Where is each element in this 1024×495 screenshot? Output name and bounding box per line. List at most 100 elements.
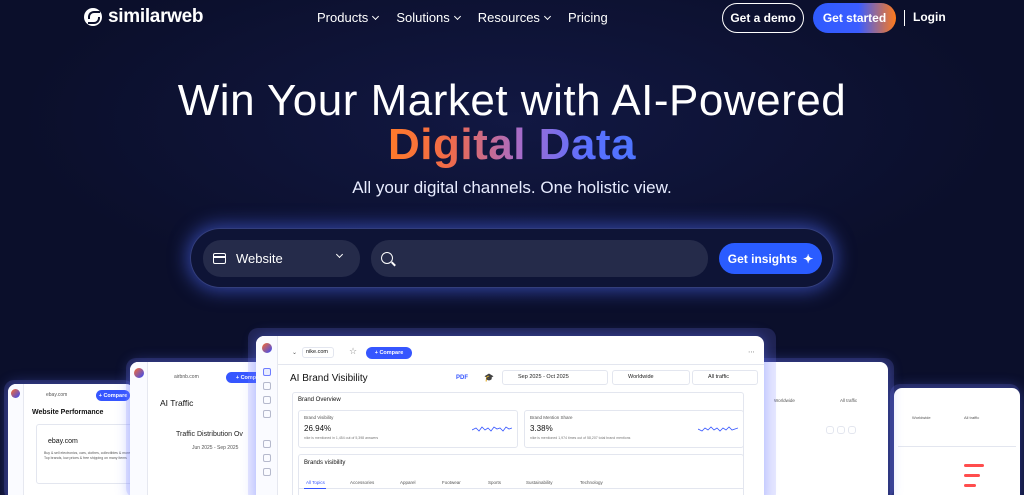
search-input[interactable] bbox=[371, 240, 708, 277]
compare-button[interactable]: + Compare bbox=[366, 347, 412, 359]
tab-sustainability[interactable]: Sustainability bbox=[526, 480, 553, 485]
header-divider bbox=[278, 364, 764, 365]
browser-window-icon bbox=[213, 253, 226, 264]
metric-note: nike is mentioned 1,974 times out of 58,… bbox=[530, 436, 631, 440]
menu-item-resources[interactable]: Resources bbox=[477, 10, 551, 25]
site-description: Buy & sell electronics, cars, clothes, c… bbox=[44, 451, 131, 455]
brand-name: similarweb bbox=[108, 6, 204, 27]
nav-rail-icon[interactable] bbox=[263, 368, 271, 376]
nav-rail-icon[interactable] bbox=[263, 410, 271, 418]
academy-icon[interactable]: 🎓 bbox=[484, 373, 494, 382]
similarweb-mini-logo-icon bbox=[262, 343, 272, 353]
menu-item-pricing[interactable]: Pricing bbox=[568, 10, 608, 25]
domain-label: airbnb.com bbox=[174, 374, 199, 380]
traffic-value: All traffic bbox=[708, 374, 729, 380]
divider bbox=[898, 446, 1016, 447]
metric-label: Brand Mention Share bbox=[530, 415, 573, 420]
metric-value: 3.38% bbox=[530, 424, 553, 433]
chart-title: Traffic Distribution Ov bbox=[176, 431, 243, 438]
preview-card-ai-brand-visibility: ⌄ nike.com ☆ + Compare ⋯ AI Brand Visibi… bbox=[256, 336, 764, 495]
hero-title-gradient-text: Digital Data bbox=[387, 120, 637, 169]
get-insights-label: Get insights bbox=[727, 251, 798, 266]
traffic-select[interactable]: All traffic bbox=[964, 415, 979, 420]
chevron-down-icon bbox=[543, 12, 551, 20]
brands-visibility-title: Brands visibility bbox=[304, 460, 346, 466]
search-icon bbox=[381, 252, 393, 264]
nav-divider bbox=[904, 10, 905, 26]
tab-accessories[interactable]: Accessories bbox=[350, 480, 374, 485]
menu-item-solutions[interactable]: Solutions bbox=[396, 10, 461, 25]
region-select[interactable]: Worldwide bbox=[912, 415, 931, 420]
similarweb-logo-icon bbox=[84, 8, 102, 26]
card-sidebar bbox=[130, 362, 148, 495]
toggle-icon[interactable] bbox=[826, 426, 834, 434]
compare-button[interactable]: + Compare bbox=[96, 390, 130, 401]
nav-rail-icon[interactable] bbox=[263, 468, 271, 476]
nav-rail-icon[interactable] bbox=[263, 396, 271, 404]
tab-all-topics[interactable]: All Topics bbox=[306, 480, 325, 485]
card-sidebar bbox=[8, 384, 24, 495]
metric-value: 26.94% bbox=[304, 424, 332, 433]
brand-logo[interactable]: similarweb bbox=[84, 6, 204, 28]
menu-item-label: Pricing bbox=[567, 10, 608, 25]
date-range: Jun 2025 - Sep 2025 bbox=[192, 445, 239, 451]
login-link[interactable]: Login bbox=[913, 10, 946, 24]
menu-item-label: Resources bbox=[477, 10, 540, 25]
metric-note: nike is mentioned in 1,454 out of 5,398 … bbox=[304, 436, 379, 440]
nav-rail-icon[interactable] bbox=[263, 454, 271, 462]
get-demo-button[interactable]: Get a demo bbox=[722, 3, 804, 33]
toggle-icon[interactable] bbox=[848, 426, 856, 434]
tab-apparel[interactable]: Apparel bbox=[400, 480, 416, 485]
search-bar: Website Get insights ✦ bbox=[190, 228, 834, 288]
get-started-button[interactable]: Get started bbox=[813, 3, 896, 33]
tabs-divider bbox=[298, 488, 744, 489]
tab-footwear[interactable]: Footwear bbox=[442, 480, 461, 485]
chevron-down-icon bbox=[453, 12, 461, 20]
sparkline bbox=[698, 426, 738, 432]
nav-rail-icon[interactable] bbox=[263, 382, 271, 390]
card-title: AI Traffic bbox=[160, 398, 194, 408]
menu-item-label: Solutions bbox=[396, 10, 450, 25]
tab-sports[interactable]: Sports bbox=[488, 480, 501, 485]
metric-label: Brand Visibility bbox=[304, 415, 334, 420]
hero-subtitle: All your digital channels. One holistic … bbox=[352, 178, 672, 197]
region-value: Worldwide bbox=[628, 374, 654, 380]
card-title: Website Performance bbox=[32, 409, 104, 416]
site-description: Top brands, low prices & free shipping o… bbox=[44, 456, 127, 460]
channel-type-value: Website bbox=[236, 251, 283, 266]
product-preview-screens: ebay.com + Compare Website Performance e… bbox=[0, 320, 1024, 495]
similarweb-mini-logo-icon bbox=[11, 389, 20, 398]
site-name: ebay.com bbox=[48, 438, 78, 445]
hero-title-highlight: Digital Data bbox=[0, 120, 1024, 170]
star-icon[interactable]: ☆ bbox=[349, 346, 357, 357]
preview-card-website-performance: ebay.com + Compare Website Performance e… bbox=[8, 384, 134, 495]
region-select[interactable]: Worldwide bbox=[774, 398, 795, 403]
top-navigation: similarweb Products Solutions Resources … bbox=[0, 0, 1024, 36]
similarweb-mini-logo-icon bbox=[134, 368, 144, 378]
toggle-icon[interactable] bbox=[837, 426, 845, 434]
main-menu: Products Solutions Resources Pricing bbox=[317, 10, 608, 25]
chevron-down-icon[interactable]: ⌄ bbox=[292, 349, 297, 356]
traffic-select[interactable]: All traffic bbox=[840, 398, 857, 403]
pdf-export-button[interactable]: PDF bbox=[456, 375, 468, 381]
chevron-down-icon bbox=[335, 250, 344, 259]
nav-rail-icon[interactable] bbox=[263, 440, 271, 448]
channel-type-select[interactable]: Website bbox=[203, 240, 360, 277]
trend-bar bbox=[964, 474, 980, 477]
menu-item-label: Products bbox=[317, 10, 369, 25]
menu-item-products[interactable]: Products bbox=[317, 10, 380, 25]
domain-label: ebay.com bbox=[46, 392, 68, 398]
preview-card-right-outer: Worldwide All traffic bbox=[894, 388, 1020, 495]
more-options-icon[interactable]: ⋯ bbox=[748, 348, 755, 356]
page-title: AI Brand Visibility bbox=[290, 373, 368, 384]
sparkline bbox=[472, 426, 512, 432]
sparkle-icon: ✦ bbox=[803, 251, 814, 266]
trend-bar bbox=[964, 484, 976, 487]
active-tab-indicator bbox=[304, 488, 326, 489]
hero-title: Win Your Market with AI-Powered bbox=[177, 76, 847, 125]
chevron-down-icon bbox=[372, 12, 380, 20]
tab-technology[interactable]: Technology bbox=[580, 480, 603, 485]
section-title: Brand Overview bbox=[298, 397, 341, 403]
trend-bar bbox=[964, 464, 984, 467]
get-insights-button[interactable]: Get insights ✦ bbox=[719, 243, 822, 274]
